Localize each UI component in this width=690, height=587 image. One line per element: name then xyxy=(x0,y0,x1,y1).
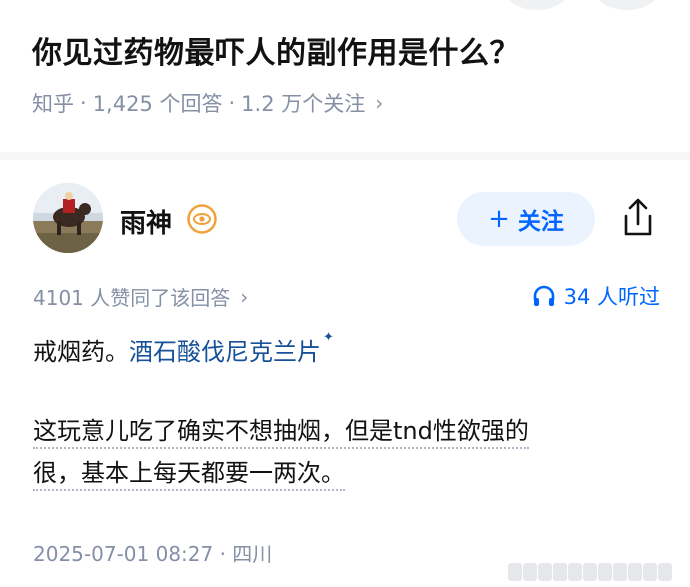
headphones-icon xyxy=(533,285,554,306)
answer-line: 这玩意儿吃了确实不想抽烟，但是tnd性欲强的 xyxy=(33,417,529,449)
chevron-right-icon: › xyxy=(240,284,249,309)
share-icon[interactable] xyxy=(618,196,658,240)
meta-separator: · xyxy=(228,91,236,115)
meta-source: 知乎 xyxy=(32,92,74,116)
drug-link[interactable]: 酒石酸伐尼克兰片 xyxy=(129,332,321,367)
chevron-right-icon: › xyxy=(375,91,384,115)
answer-paragraph: 戒烟药。 酒石酸伐尼克兰片 ✦ xyxy=(33,330,334,367)
follow-label: 关注 xyxy=(517,209,564,235)
plus-icon: + xyxy=(488,204,510,234)
listen-button[interactable]: 34 人听过 xyxy=(532,281,660,311)
meta-separator: · xyxy=(80,91,87,115)
avatar[interactable] xyxy=(33,183,103,253)
sparkle-icon: ✦ xyxy=(323,330,334,345)
question-title[interactable]: 你见过药物最吓人的副作用是什么？ xyxy=(32,28,520,72)
author-name[interactable]: 雨神 xyxy=(120,203,172,240)
post-date: 2025-07-01 08:27 · 四川 xyxy=(33,542,273,566)
upvote-count: 4101 人赞同了该回答 xyxy=(33,286,231,310)
listen-count: 34 人听过 xyxy=(563,285,660,309)
question-meta[interactable]: 知乎 · 1,425 个回答 · 1.2 万个关注 › xyxy=(32,88,383,118)
meta-followers: 1.2 万个关注 xyxy=(241,92,366,116)
top-button-right[interactable] xyxy=(595,0,659,10)
answer-line: 很，基本上每天都要一两次。 xyxy=(33,459,345,491)
eye-badge-icon xyxy=(187,204,217,234)
answer-paragraph: 这玩意儿吃了确实不想抽烟，但是tnd性欲强的 很，基本上每天都要一两次。 xyxy=(33,410,653,494)
upvote-summary[interactable]: 4101 人赞同了该回答 › xyxy=(33,282,248,311)
top-button-left[interactable] xyxy=(505,0,569,10)
follow-button[interactable]: + 关注 xyxy=(457,192,595,246)
section-divider xyxy=(0,152,690,160)
meta-answers: 1,425 个回答 xyxy=(92,92,223,116)
watermark xyxy=(508,561,678,583)
answer-text: 戒烟药。 xyxy=(33,338,129,366)
